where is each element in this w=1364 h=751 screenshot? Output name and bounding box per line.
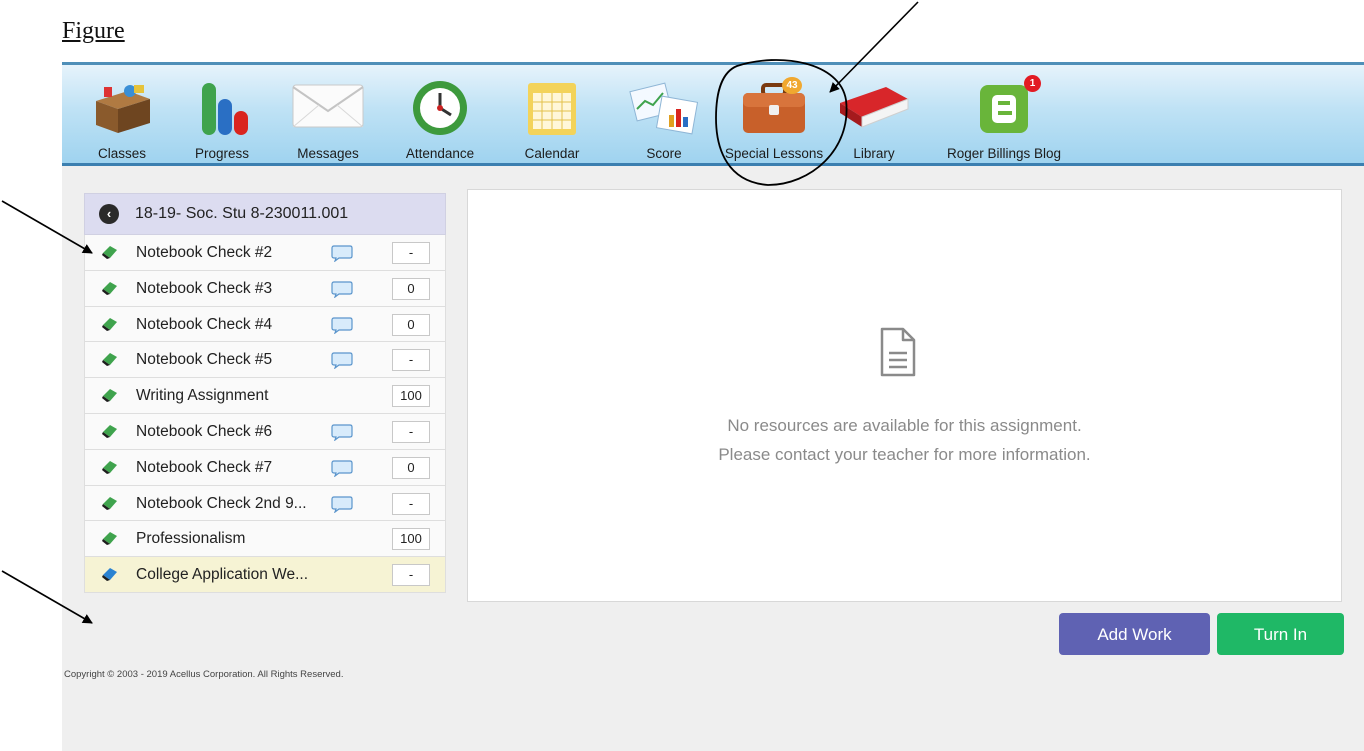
nav-label: Progress [194, 146, 250, 161]
assignment-label: Notebook Check #4 [136, 315, 273, 333]
nav-label: Score [646, 146, 682, 161]
score-box: 100 [392, 528, 430, 551]
green-gem-icon [102, 424, 117, 438]
green-gem-icon [102, 353, 117, 367]
green-gem-icon [102, 496, 117, 510]
course-title: 18-19- Soc. Stu 8-230011.001 [135, 205, 349, 222]
assignment-row[interactable]: Notebook Check #2 - [84, 235, 446, 271]
document-icon [880, 327, 916, 377]
nav-calendar[interactable]: Calendar [504, 73, 600, 163]
nav-library[interactable]: Library [826, 73, 922, 163]
comment-bubble-icon[interactable] [331, 495, 353, 513]
nav-score[interactable]: Score [616, 73, 712, 163]
green-gem-icon [102, 460, 117, 474]
desk-icon [96, 85, 150, 133]
no-resources-message: No resources are available for this assi… [727, 416, 1082, 435]
score-box: - [392, 564, 430, 587]
green-gem-icon [102, 532, 117, 546]
comment-bubble-icon[interactable] [331, 316, 353, 334]
assignment-row[interactable]: Notebook Check #7 0 [84, 449, 446, 486]
score-box: 0 [392, 313, 430, 336]
nav-label: Library [853, 146, 895, 161]
comment-bubble-icon[interactable] [331, 423, 353, 441]
nav-classes[interactable]: Classes [74, 73, 170, 163]
assignment-label: Notebook Check #5 [136, 351, 273, 369]
nav-label: Attendance [405, 146, 475, 161]
book-icon [840, 87, 909, 128]
nav-label: Messages [297, 146, 359, 161]
score-charts-icon [629, 82, 699, 135]
score-box: 100 [392, 385, 430, 408]
assignment-label: Notebook Check #6 [136, 422, 273, 440]
assignment-label: Notebook Check #2 [136, 244, 273, 261]
assignment-row[interactable]: Writing Assignment 100 [84, 378, 446, 414]
figure-title: Figure [62, 18, 125, 44]
assignment-row[interactable]: Notebook Check #6 - [84, 413, 446, 450]
nav-progress[interactable]: Progress [174, 73, 270, 163]
blog-notification-badge: 1 [1024, 75, 1041, 92]
green-gem-icon [102, 246, 117, 259]
score-box: 0 [392, 456, 430, 479]
assignment-label: Notebook Check #3 [136, 279, 273, 297]
special-lessons-badge: 43 [782, 77, 802, 94]
nav-attendance[interactable]: Attendance [392, 73, 488, 163]
assignment-label: Notebook Check 2nd 9... [136, 494, 307, 512]
top-navigation-bar: Classes Progress Messages Attendance Cal… [62, 62, 1364, 166]
back-arrow-icon[interactable]: ‹ [99, 204, 119, 224]
score-box: - [392, 492, 430, 515]
clock-icon [413, 81, 467, 135]
comment-bubble-icon[interactable] [331, 459, 353, 477]
comment-bubble-icon[interactable] [331, 280, 353, 298]
green-gem-icon [102, 389, 117, 403]
acellus-app: Classes Progress Messages Attendance Cal… [62, 62, 1364, 751]
nav-label: Calendar [524, 146, 580, 161]
course-header[interactable]: ‹ 18-19- Soc. Stu 8-230011.001 [84, 193, 446, 235]
assignment-label: Writing Assignment [136, 387, 269, 405]
assignment-row[interactable]: Notebook Check #5 - [84, 342, 446, 379]
nav-special-lessons[interactable]: 43 Special Lessons [725, 73, 823, 163]
resource-panel: No resources are available for this assi… [467, 189, 1342, 602]
assignment-label: Professionalism [136, 530, 246, 548]
score-box: - [392, 242, 430, 264]
score-box: - [392, 420, 430, 443]
comment-bubble-icon[interactable] [331, 351, 353, 370]
assignment-row[interactable]: Notebook Check #3 0 [84, 270, 446, 307]
green-gem-icon [102, 281, 117, 295]
copyright-text: Copyright © 2003 - 2019 Acellus Corporat… [64, 669, 344, 680]
add-work-button[interactable]: Add Work [1059, 613, 1210, 655]
assignment-row[interactable]: Notebook Check #4 0 [84, 306, 446, 343]
nav-messages[interactable]: Messages [280, 73, 376, 163]
contact-teacher-message: Please contact your teacher for more inf… [718, 445, 1091, 464]
score-box: 0 [392, 277, 430, 300]
nav-label: Roger Billings Blog [946, 146, 1062, 161]
blogger-icon [980, 85, 1028, 133]
comment-bubble-icon[interactable] [331, 244, 353, 262]
assignment-sidebar: ‹ 18-19- Soc. Stu 8-230011.001 Notebook … [84, 193, 446, 593]
turn-in-button[interactable]: Turn In [1217, 613, 1344, 655]
assignment-row[interactable]: Notebook Check 2nd 9... - [84, 485, 446, 522]
nav-roger-billings-blog[interactable]: 1 Roger Billings Blog [947, 73, 1061, 163]
assignment-row[interactable]: College Application We... - [84, 557, 446, 593]
assignment-label: Notebook Check #7 [136, 458, 273, 476]
envelope-icon [292, 84, 364, 128]
calendar-icon [528, 83, 576, 135]
nav-label: Special Lessons [724, 146, 824, 161]
progress-bars-icon [202, 83, 248, 135]
nav-label: Classes [97, 146, 146, 161]
assignment-row[interactable]: Professionalism 100 [84, 521, 446, 558]
score-box: - [392, 349, 430, 372]
green-gem-icon [102, 317, 117, 331]
assignment-label: College Application We... [136, 566, 309, 584]
blue-gem-icon [102, 568, 117, 582]
